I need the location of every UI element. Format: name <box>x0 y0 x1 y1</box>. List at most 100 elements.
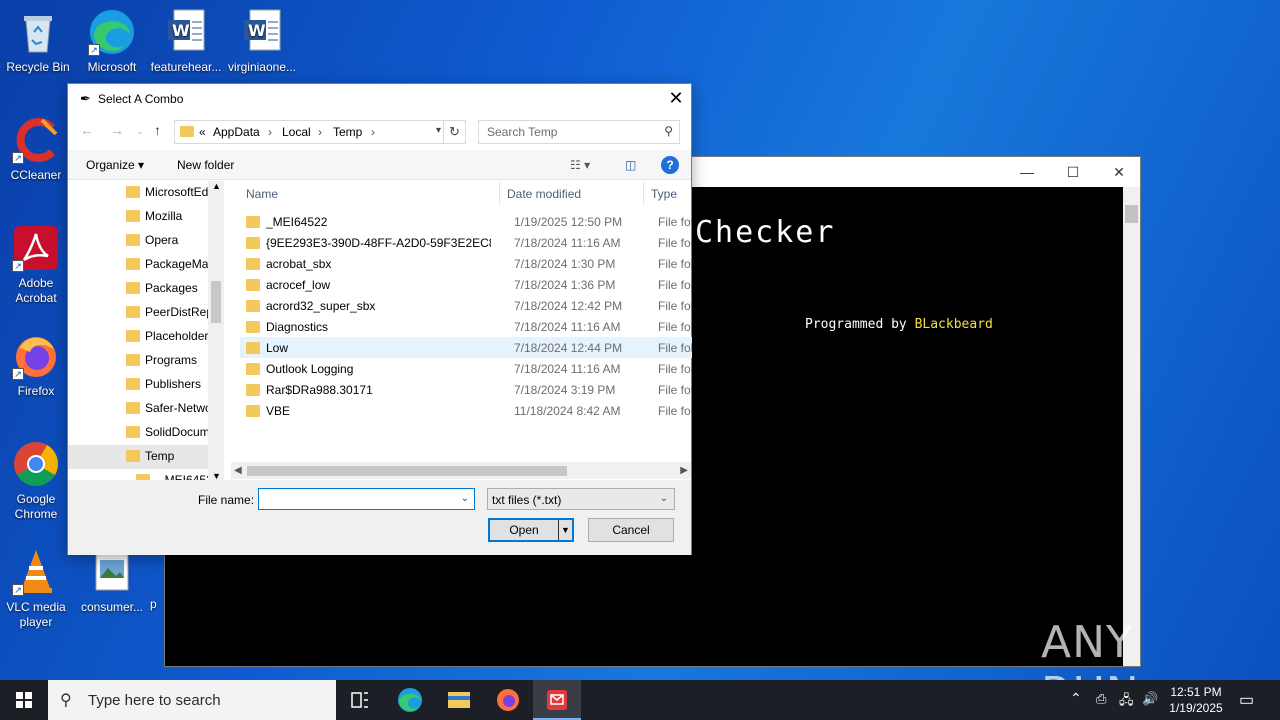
up-arrow-icon[interactable]: ↑ <box>154 122 161 138</box>
search-icon: ⚲ <box>664 124 673 138</box>
file-row[interactable]: Outlook Logging 7/18/2024 11:16 AM File fo… <box>240 358 692 379</box>
recent-chevron-icon[interactable]: ⌄ <box>136 126 144 137</box>
clock-time: 12:51 PM <box>1170 685 1222 699</box>
file-name-input[interactable] <box>263 492 453 506</box>
file-row[interactable]: _MEI64522 1/19/2025 12:50 PM File fold <box>240 211 692 232</box>
help-icon[interactable]: ? <box>661 156 679 174</box>
file-row[interactable]: VBE 11/18/2024 8:42 AM File fold <box>240 400 692 421</box>
breadcrumb-overflow[interactable]: « <box>199 125 206 139</box>
desktop-icon-recycle-bin[interactable]: Recycle Bin <box>0 8 76 75</box>
network-icon[interactable]: 🖧 <box>1119 691 1134 720</box>
minimize-button[interactable]: — <box>1004 157 1050 187</box>
column-divider[interactable] <box>643 181 644 205</box>
task-view-icon <box>351 692 368 708</box>
breadcrumb-appdata[interactable]: AppData <box>213 125 260 139</box>
file-name-combobox[interactable]: ⌄ <box>258 488 475 510</box>
desktop-icon-consumer[interactable]: consumer... <box>74 548 150 615</box>
file-row[interactable]: acrobat_sbx 7/18/2024 1:30 PM File fold <box>240 253 692 274</box>
column-header-type[interactable]: Type <box>651 187 677 211</box>
select-combo-dialog[interactable]: ✒ Select A Combo ✕ ← → ⌄ ↑ « AppData › L… <box>67 83 692 555</box>
refresh-icon[interactable]: ↻ <box>443 121 465 143</box>
view-options-icon[interactable]: ☷ ▾ <box>570 158 590 172</box>
back-arrow-icon[interactable]: ← <box>80 122 94 138</box>
desktop-icon-acrobat[interactable]: ↗ Adobe Acrobat <box>0 224 74 306</box>
open-button[interactable]: Open ▼ <box>488 518 574 542</box>
clock[interactable]: 12:51 PM 1/19/2025 <box>1162 684 1230 716</box>
desktop-icon-edge[interactable]: ↗ Microsoft Edge <box>74 8 150 75</box>
tree-item[interactable]: SolidDocum <box>68 421 210 445</box>
scroll-left-arrow-icon[interactable]: ◀ <box>234 462 242 479</box>
forward-arrow-icon[interactable]: → <box>110 122 124 138</box>
tree-item[interactable]: Mozilla <box>68 205 208 229</box>
breadcrumb-local[interactable]: Local <box>282 125 311 139</box>
console-scrollbar[interactable] <box>1123 187 1140 666</box>
file-date: 7/18/2024 3:19 PM <box>514 383 616 397</box>
desktop-icon-firefox[interactable]: ↗ Firefox <box>0 332 74 399</box>
scroll-right-arrow-icon[interactable]: ▶ <box>680 462 688 479</box>
tree-item-selected[interactable]: Temp <box>68 445 208 469</box>
tree-item[interactable]: PackageMa <box>68 253 208 277</box>
device-icon[interactable]: ⎙ <box>1096 691 1106 720</box>
folder-icon <box>126 354 140 366</box>
firefox-icon: ↗ <box>12 332 60 380</box>
tree-item[interactable]: MicrosoftEd <box>68 181 208 205</box>
file-date: 7/18/2024 12:44 PM <box>514 341 623 355</box>
tree-item[interactable]: Placeholder <box>68 325 208 349</box>
task-view-button[interactable] <box>336 680 384 720</box>
organize-button[interactable]: Organize ▾ <box>86 158 144 172</box>
tree-item-label: MicrosoftEd <box>145 185 209 199</box>
new-folder-button[interactable]: New folder <box>177 158 234 172</box>
desktop-icon-featurehear[interactable]: W featurehear... <box>148 8 224 75</box>
breadcrumb-temp[interactable]: Temp <box>333 125 362 139</box>
preview-pane-icon[interactable]: ◫ <box>625 158 636 172</box>
column-divider[interactable] <box>499 181 500 205</box>
column-header-name[interactable]: Name <box>246 187 278 211</box>
show-hidden-icons-chevron-icon[interactable]: ⌃ <box>1070 690 1082 720</box>
desktop-icon-chrome[interactable]: Google Chrome <box>0 440 74 522</box>
close-button[interactable]: ✕ <box>661 84 691 114</box>
taskbar-search-box[interactable]: ⚲ Type here to search <box>48 680 336 720</box>
taskbar-firefox[interactable] <box>484 680 532 720</box>
desktop-icon-ccleaner[interactable]: ↗ CCleaner <box>0 116 74 183</box>
tree-item[interactable]: Safer-Netwo <box>68 397 212 421</box>
tree-item[interactable]: Publishers <box>68 373 208 397</box>
file-row[interactable]: acrocef_low 7/18/2024 1:36 PM File fold <box>240 274 692 295</box>
close-button[interactable]: ✕ <box>1096 157 1142 187</box>
clock-date: 1/19/2025 <box>1169 701 1223 715</box>
file-row[interactable]: {9EE293E3-390D-48FF-A2D0-59F3E2EC88... 7/… <box>240 232 692 253</box>
maximize-button[interactable]: ☐ <box>1050 157 1096 187</box>
scroll-up-arrow-icon[interactable]: ▲ <box>212 181 221 191</box>
open-split-arrow-icon[interactable]: ▼ <box>558 520 572 540</box>
file-row[interactable]: Rar$DRa988.30171 7/18/2024 3:19 PM File fo… <box>240 379 692 400</box>
column-header-date[interactable]: Date modified <box>507 187 581 211</box>
search-input[interactable] <box>487 125 657 139</box>
tree-item[interactable]: Programs <box>68 349 208 373</box>
tree-item[interactable]: Opera <box>68 229 208 253</box>
cancel-button[interactable]: Cancel <box>588 518 674 542</box>
tree-item[interactable]: PeerDistRep <box>68 301 213 325</box>
horizontal-scrollbar[interactable]: ◀ ▶ <box>231 462 691 479</box>
file-type-select[interactable]: txt files (*.txt) ⌄ <box>487 488 675 510</box>
tree-item[interactable]: Packages <box>68 277 208 301</box>
file-row[interactable]: acrord32_super_sbx 7/18/2024 12:42 PM File… <box>240 295 692 316</box>
tree-scrollbar[interactable]: ▲ ▼ <box>208 181 224 481</box>
volume-icon[interactable]: 🔊 <box>1142 691 1158 720</box>
notification-center-icon[interactable]: ▭ <box>1239 690 1254 720</box>
scrollbar-thumb[interactable] <box>211 281 221 323</box>
folder-icon <box>126 450 140 462</box>
taskbar-active-app[interactable] <box>533 680 581 720</box>
scrollbar-thumb[interactable] <box>247 466 567 476</box>
taskbar-file-explorer[interactable] <box>435 680 483 720</box>
dialog-titlebar[interactable]: ✒ Select A Combo ✕ <box>68 84 691 114</box>
taskbar-edge[interactable] <box>386 680 434 720</box>
search-box[interactable]: ⚲ <box>478 120 680 144</box>
desktop-icon-vlc[interactable]: ↗ VLC media player <box>0 548 74 630</box>
scrollbar-thumb[interactable] <box>1125 205 1138 223</box>
address-bar[interactable]: « AppData › Local › Temp › ▾ ↻ <box>174 120 466 144</box>
start-button[interactable] <box>0 680 48 720</box>
address-dropdown-icon[interactable]: ▾ <box>436 125 441 136</box>
chevron-down-icon[interactable]: ⌄ <box>461 493 469 504</box>
file-row[interactable]: Diagnostics 7/18/2024 11:16 AM File fold <box>240 316 692 337</box>
desktop-icon-virginiaone[interactable]: W virginiaone... <box>224 8 300 75</box>
file-row-hovered[interactable]: Low 7/18/2024 12:44 PM File fold <box>240 337 692 358</box>
